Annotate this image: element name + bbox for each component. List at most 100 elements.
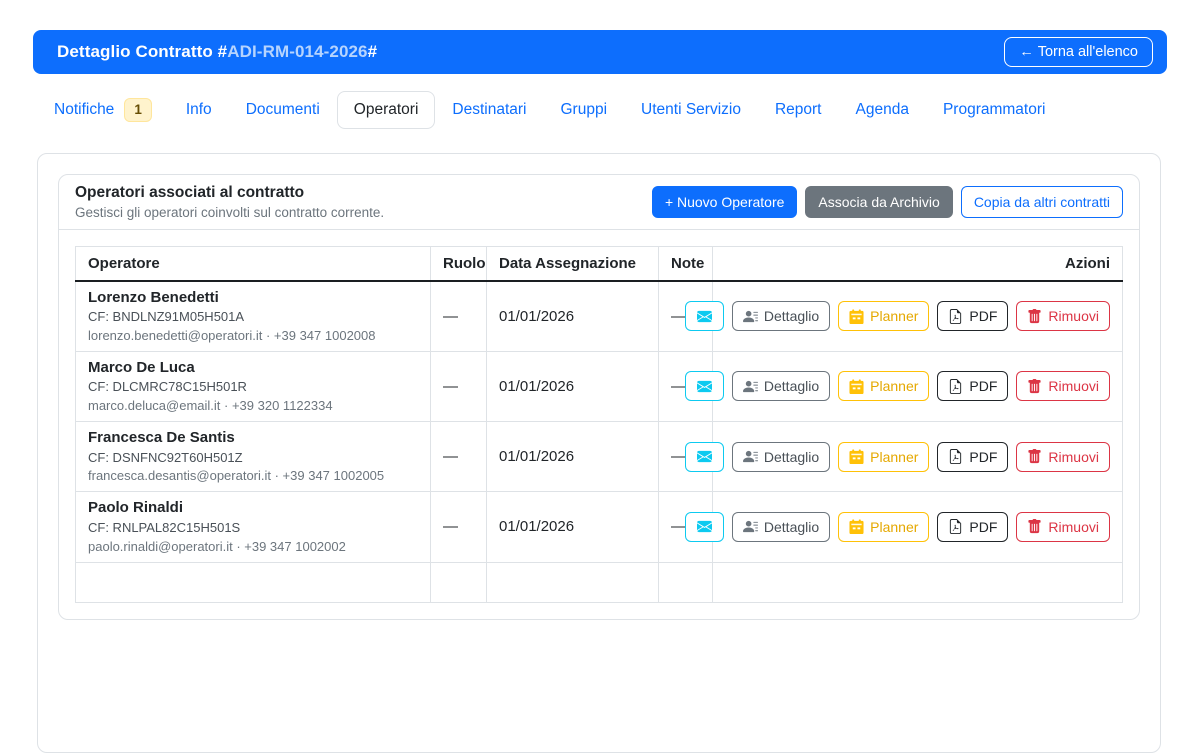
tab-gruppi[interactable]: Gruppi [544, 91, 625, 129]
tab-notifiche-label: Notifiche [54, 101, 114, 119]
operator-contact: marco.deluca@email.it · +39 320 1122334 [88, 398, 418, 415]
tab-operatori[interactable]: Operatori [337, 91, 436, 129]
operator-name: Lorenzo Benedetti [88, 288, 418, 308]
remove-button[interactable]: Rimuovi [1016, 442, 1110, 472]
app-header: Dettaglio Contratto #ADI-RM-014-2026# ← … [33, 30, 1167, 74]
detail-button[interactable]: Dettaglio [732, 371, 830, 401]
envelope-icon [697, 379, 712, 394]
send-mail-button[interactable] [685, 371, 724, 401]
assignment-date-cell: 01/01/2026 [487, 281, 659, 352]
tab-utenti-servizio[interactable]: Utenti Servizio [624, 91, 758, 129]
tab-info[interactable]: Info [169, 91, 229, 129]
col-header-operatore: Operatore [76, 246, 431, 281]
person-lines-icon [743, 519, 758, 534]
role-cell: — [431, 281, 487, 352]
hash-mark: # [218, 42, 228, 61]
envelope-icon [697, 449, 712, 464]
planner-button[interactable]: Planner [838, 512, 929, 542]
detail-button[interactable]: Dettaglio [732, 512, 830, 542]
page-title: Dettaglio Contratto #ADI-RM-014-2026# [57, 42, 377, 62]
table-row: Paolo Rinaldi CF: RNLPAL82C15H501S paolo… [76, 492, 1123, 562]
file-pdf-icon [948, 379, 963, 394]
actions-cell: Dettaglio Planner PDF Rimuovi [713, 351, 1123, 421]
operator-cell: Francesca De Santis CF: DSNFNC92T60H501Z… [76, 422, 431, 492]
table-row: Francesca De Santis CF: DSNFNC92T60H501Z… [76, 422, 1123, 492]
table-row: Marco De Luca CF: DLCMRC78C15H501R marco… [76, 351, 1123, 421]
assignment-date-cell: 01/01/2026 [487, 351, 659, 421]
pdf-button[interactable]: PDF [937, 371, 1008, 401]
trash-icon [1027, 519, 1042, 534]
operators-table: Operatore Ruolo Data Assegnazione Note A… [75, 246, 1123, 603]
tab-report[interactable]: Report [758, 91, 839, 129]
note-cell [659, 562, 713, 602]
operator-cell: Paolo Rinaldi CF: RNLPAL82C15H501S paolo… [76, 492, 431, 562]
role-cell: — [431, 492, 487, 562]
col-header-ruolo: Ruolo [431, 246, 487, 281]
person-lines-icon [743, 379, 758, 394]
back-to-list-button[interactable]: ← Torna all'elenco [1004, 37, 1153, 67]
operator-cf: CF: RNLPAL82C15H501S [88, 520, 418, 537]
tab-agenda[interactable]: Agenda [839, 91, 926, 129]
remove-button[interactable]: Rimuovi [1016, 301, 1110, 331]
associate-archive-button[interactable]: Associa da Archivio [805, 186, 952, 218]
calendar-icon [849, 519, 864, 534]
operator-contact: paolo.rinaldi@operatori.it · +39 347 100… [88, 539, 418, 556]
actions-cell: Dettaglio Planner PDF Rimuovi [713, 422, 1123, 492]
envelope-icon [697, 519, 712, 534]
copy-from-contracts-button[interactable]: Copia da altri contratti [961, 186, 1123, 218]
hash-mark: # [368, 42, 378, 61]
planner-button[interactable]: Planner [838, 442, 929, 472]
actions-cell: Dettaglio Planner PDF Rimuovi [713, 492, 1123, 562]
remove-button[interactable]: Rimuovi [1016, 512, 1110, 542]
tab-notifiche[interactable]: Notifiche 1 [37, 88, 169, 132]
col-header-azioni: Azioni [713, 246, 1123, 281]
page-title-text: Dettaglio Contratto [57, 42, 213, 61]
operators-card: Operatori associati al contratto Gestisc… [58, 174, 1140, 620]
role-cell: — [431, 351, 487, 421]
trash-icon [1027, 379, 1042, 394]
new-operator-button[interactable]: + Nuovo Operatore [652, 186, 797, 218]
pdf-button[interactable]: PDF [937, 301, 1008, 331]
operator-cf: CF: DLCMRC78C15H501R [88, 379, 418, 396]
trash-icon [1027, 309, 1042, 324]
notifications-count-badge: 1 [124, 98, 152, 122]
planner-button[interactable]: Planner [838, 371, 929, 401]
tab-programmatori[interactable]: Programmatori [926, 91, 1063, 129]
calendar-icon [849, 379, 864, 394]
table-row: Lorenzo Benedetti CF: BNDLNZ91M05H501A l… [76, 281, 1123, 352]
operators-card-header: Operatori associati al contratto Gestisc… [59, 175, 1139, 230]
envelope-icon [697, 309, 712, 324]
calendar-icon [849, 449, 864, 464]
pdf-button[interactable]: PDF [937, 512, 1008, 542]
planner-button[interactable]: Planner [838, 301, 929, 331]
calendar-icon [849, 309, 864, 324]
pdf-button[interactable]: PDF [937, 442, 1008, 472]
trash-icon [1027, 449, 1042, 464]
operator-cf: CF: DSNFNC92T60H501Z [88, 450, 418, 467]
role-cell [431, 562, 487, 602]
send-mail-button[interactable] [685, 301, 724, 331]
remove-button[interactable]: Rimuovi [1016, 371, 1110, 401]
actions-cell: Dettaglio Planner PDF Rimuovi [713, 281, 1123, 352]
operator-cf: CF: BNDLNZ91M05H501A [88, 309, 418, 326]
tab-documenti[interactable]: Documenti [229, 91, 337, 129]
person-lines-icon [743, 309, 758, 324]
detail-button[interactable]: Dettaglio [732, 301, 830, 331]
col-header-note: Note [659, 246, 713, 281]
role-cell: — [431, 422, 487, 492]
operator-cell [76, 562, 431, 602]
tab-bar: Notifiche 1 Info Documenti Operatori Des… [37, 88, 1161, 132]
col-header-data-assegnazione: Data Assegnazione [487, 246, 659, 281]
file-pdf-icon [948, 309, 963, 324]
send-mail-button[interactable] [685, 442, 724, 472]
table-header-row: Operatore Ruolo Data Assegnazione Note A… [76, 246, 1123, 281]
send-mail-button[interactable] [685, 512, 724, 542]
person-lines-icon [743, 449, 758, 464]
file-pdf-icon [948, 449, 963, 464]
actions-cell [713, 562, 1123, 602]
operator-contact: francesca.desantis@operatori.it · +39 34… [88, 468, 418, 485]
assignment-date-cell [487, 562, 659, 602]
assignment-date-cell: 01/01/2026 [487, 492, 659, 562]
detail-button[interactable]: Dettaglio [732, 442, 830, 472]
tab-destinatari[interactable]: Destinatari [435, 91, 543, 129]
